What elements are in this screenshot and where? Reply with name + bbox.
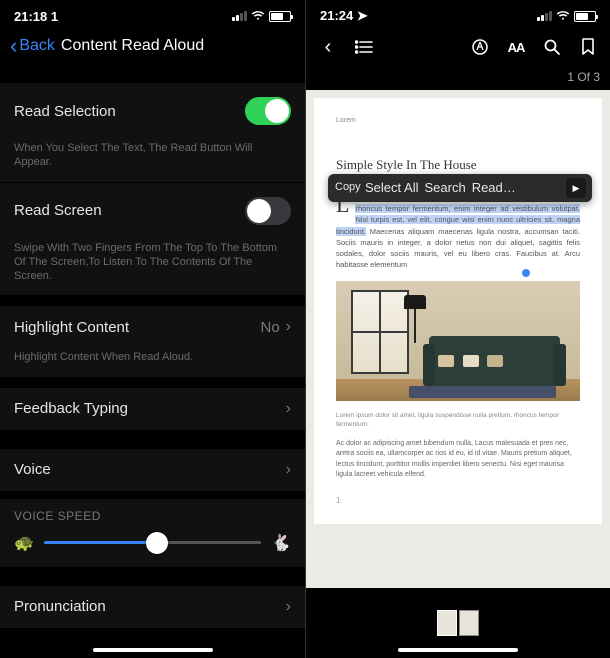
highlight-content-row[interactable]: Highlight Content No ›: [0, 305, 305, 348]
appearance-icon[interactable]: [470, 37, 490, 57]
chevron-right-icon: ›: [286, 461, 291, 479]
page-thumbnails[interactable]: [437, 610, 479, 636]
read-screen-label: Read Screen: [14, 202, 102, 219]
paragraph-text[interactable]: Maecenas aliquam maecenas ligula nostra,…: [336, 227, 580, 270]
pronunciation-row[interactable]: Pronunciation ›: [0, 585, 305, 628]
copy-button[interactable]: Copy: [334, 180, 364, 195]
status-icons: [537, 11, 596, 22]
doc-paragraph-2[interactable]: Ac dolor ac adipiscing amet bibendum nul…: [336, 439, 580, 481]
battery-icon: [574, 11, 596, 22]
highlight-value: No: [260, 319, 279, 336]
settings-screen: 21:18 1 ‹ Back Content Read Aloud Read S…: [0, 0, 305, 658]
feedback-typing-row[interactable]: Feedback Typing ›: [0, 387, 305, 430]
battery-icon: [269, 11, 291, 22]
feedback-label: Feedback Typing: [14, 400, 128, 417]
doc-image: [336, 281, 580, 401]
wifi-icon: [556, 11, 570, 21]
chevron-right-icon: ›: [286, 400, 291, 418]
home-indicator[interactable]: [93, 648, 213, 652]
read-screen-desc: Swipe With Two Fingers From The Top To T…: [0, 239, 305, 296]
doc-header-small: Lorem: [336, 116, 580, 126]
page-title: Content Read Aloud: [61, 37, 204, 55]
search-button[interactable]: Search: [423, 179, 466, 197]
read-selection-row[interactable]: Read Selection: [0, 82, 305, 139]
rabbit-icon: 🐇: [271, 533, 291, 553]
read-selection-toggle[interactable]: [245, 97, 291, 125]
text-selection-menu: Copy Select All Search Read… ▶: [328, 174, 592, 202]
doc-caption: Lorem ipsum dolor sit amet, ligula suspe…: [336, 411, 580, 429]
read-screen-toggle[interactable]: [245, 197, 291, 225]
bookmark-icon[interactable]: [578, 37, 598, 57]
read-screen-row[interactable]: Read Screen: [0, 182, 305, 239]
reader-toolbar: ‹ AA: [306, 28, 610, 66]
status-time: 21:24 ➤: [320, 8, 368, 24]
slider-thumb[interactable]: [146, 532, 168, 554]
signal-icon: [232, 11, 247, 21]
voice-speed-slider[interactable]: [44, 541, 261, 544]
selection-handle-end[interactable]: [522, 269, 530, 277]
voice-row[interactable]: Voice ›: [0, 448, 305, 491]
voice-label: Voice: [14, 461, 51, 478]
chevron-right-icon: ›: [286, 318, 291, 336]
nav-bar: ‹ Back Content Read Aloud: [0, 28, 305, 64]
thumbnail-2[interactable]: [459, 610, 479, 636]
read-selection-desc: When You Select The Text, The Read Butto…: [0, 139, 305, 182]
wifi-icon: [251, 11, 265, 21]
thumbnail-1[interactable]: [437, 610, 457, 636]
turtle-icon: 🐢: [14, 533, 34, 553]
document-viewport[interactable]: Lorem Simple Style In The House Copy Sel…: [306, 90, 610, 588]
back-label[interactable]: Back: [19, 37, 55, 55]
home-indicator[interactable]: [398, 648, 518, 652]
reader-bottom-bar: [306, 588, 610, 658]
doc-page-number: 1: [336, 495, 580, 506]
voice-speed-slider-row: 🐢 🐇: [0, 529, 305, 567]
signal-icon: [537, 11, 552, 21]
chevron-right-icon: ›: [286, 598, 291, 616]
select-all-button[interactable]: Select All: [364, 179, 419, 197]
more-arrow-icon[interactable]: ▶: [566, 178, 586, 198]
highlight-label: Highlight Content: [14, 319, 129, 336]
doc-title: Simple Style In The House: [336, 156, 580, 174]
read-selection-label: Read Selection: [14, 103, 116, 120]
font-size-icon[interactable]: AA: [506, 37, 526, 57]
back-chevron-icon[interactable]: ‹: [10, 33, 17, 59]
pronunciation-label: Pronunciation: [14, 598, 106, 615]
read-button[interactable]: Read…: [471, 179, 517, 197]
status-icons: [232, 11, 291, 22]
toc-icon[interactable]: [354, 37, 374, 57]
highlight-desc: Highlight Content When Read Aloud.: [0, 348, 305, 376]
document-page[interactable]: Lorem Simple Style In The House Copy Sel…: [314, 98, 602, 524]
status-bar: 21:18 1: [0, 0, 305, 28]
back-icon[interactable]: ‹: [318, 37, 338, 57]
reader-screen: 21:24 ➤ ‹ AA 1 Of 3: [305, 0, 610, 658]
search-icon[interactable]: [542, 37, 562, 57]
status-time: 21:18 1: [14, 9, 58, 24]
page-counter: 1 Of 3: [306, 66, 610, 90]
status-bar: 21:24 ➤: [306, 0, 610, 28]
voice-speed-header: VOICE SPEED: [0, 499, 305, 529]
